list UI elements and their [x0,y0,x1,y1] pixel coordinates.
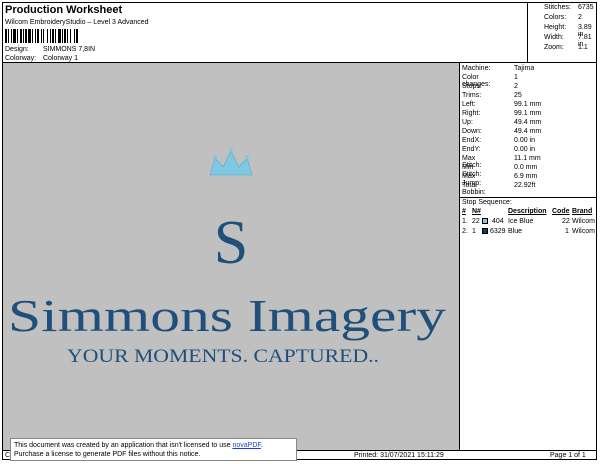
stat-label: Zoom: [544,44,564,51]
license-notice: This document was created by an applicat… [10,438,297,461]
table-row-brand: Wilcom [572,218,595,225]
page-number: Page 1 of 1 [550,452,586,459]
color-swatch [482,218,488,224]
stat-label: Stitches: [544,4,571,11]
stop-sequence-title: Stop Sequence: [462,199,512,206]
barcode-bar [78,29,79,43]
color-swatch [482,228,488,234]
table-row-num: 2. [462,228,468,235]
colorway-row: Colorway: Colorway 1 [5,55,78,62]
table-row-n: 1 [472,228,476,235]
design-canvas: S Simmons Imagery YOUR MOMENTS. CAPTURED… [3,63,460,450]
col-header: # [462,208,466,215]
design-row: Design: SIMMONS 7,8IN [5,46,95,53]
table-row-num: 1. [462,218,468,225]
col-header: N# [472,208,481,215]
stat-label: Width: [544,34,564,41]
col-header: Brand [572,208,593,215]
stat-label: Height: [544,24,567,31]
stat-value: 6735 [578,4,594,11]
table-row-code1: 404 [492,218,504,225]
table-row-description: Ice Blue [508,218,534,225]
stat-value: 2 [578,14,582,21]
stat-value: 1:1 [578,44,588,51]
stats-panel: Stitches: 6735 Colors: 2 Height: 3.89 in… [527,2,597,62]
table-row-description: Blue [508,228,523,235]
table-row-n: 22 [472,218,480,225]
table-row-brand: Wilcom [572,228,595,235]
stat-label: Colors: [544,14,567,21]
page-title: Production Worksheet [5,4,123,16]
design-name-text: Simmons Imagery [8,290,446,341]
printed-timestamp: Printed: 31/07/2021 15:11:29 [354,452,444,459]
table-row-code: 22 [562,218,570,225]
header: Production Worksheet Wilcom EmbroiderySt… [2,2,527,62]
colorway-label: Colorway: [5,55,37,62]
embroidery-preview: S Simmons Imagery YOUR MOMENTS. CAPTURED… [8,148,446,367]
crown-icon [209,148,253,176]
colorway-value: Colorway 1 [42,55,78,62]
col-header: Code [552,208,570,215]
monogram-letter: S [214,209,248,277]
notice-text-2: Purchase a license to generate PDF files… [14,451,201,458]
col-header: Description [508,208,547,215]
design-tagline-text: YOUR MOMENTS. CAPTURED.. [67,346,379,367]
design-value: SIMMONS 7,8IN [42,46,96,53]
novapdf-link[interactable]: novaPDF [232,442,260,449]
design-label: Design: [5,46,29,53]
notice-punct: . [260,442,263,449]
table-row-code1: 6329 [490,228,506,235]
software-subtitle: Wilcom EmbroideryStudio – Level 3 Advanc… [5,19,149,26]
stop-sequence: Stop Sequence: # N# Description Code Bra… [460,197,597,235]
notice-text: This document was created by an applicat… [14,442,231,449]
table-row-code: 1 [565,228,569,235]
machine-panel: Machine: Tajima Color changes: 1 Stops: 2 T… [460,63,597,450]
barcode [5,29,115,43]
